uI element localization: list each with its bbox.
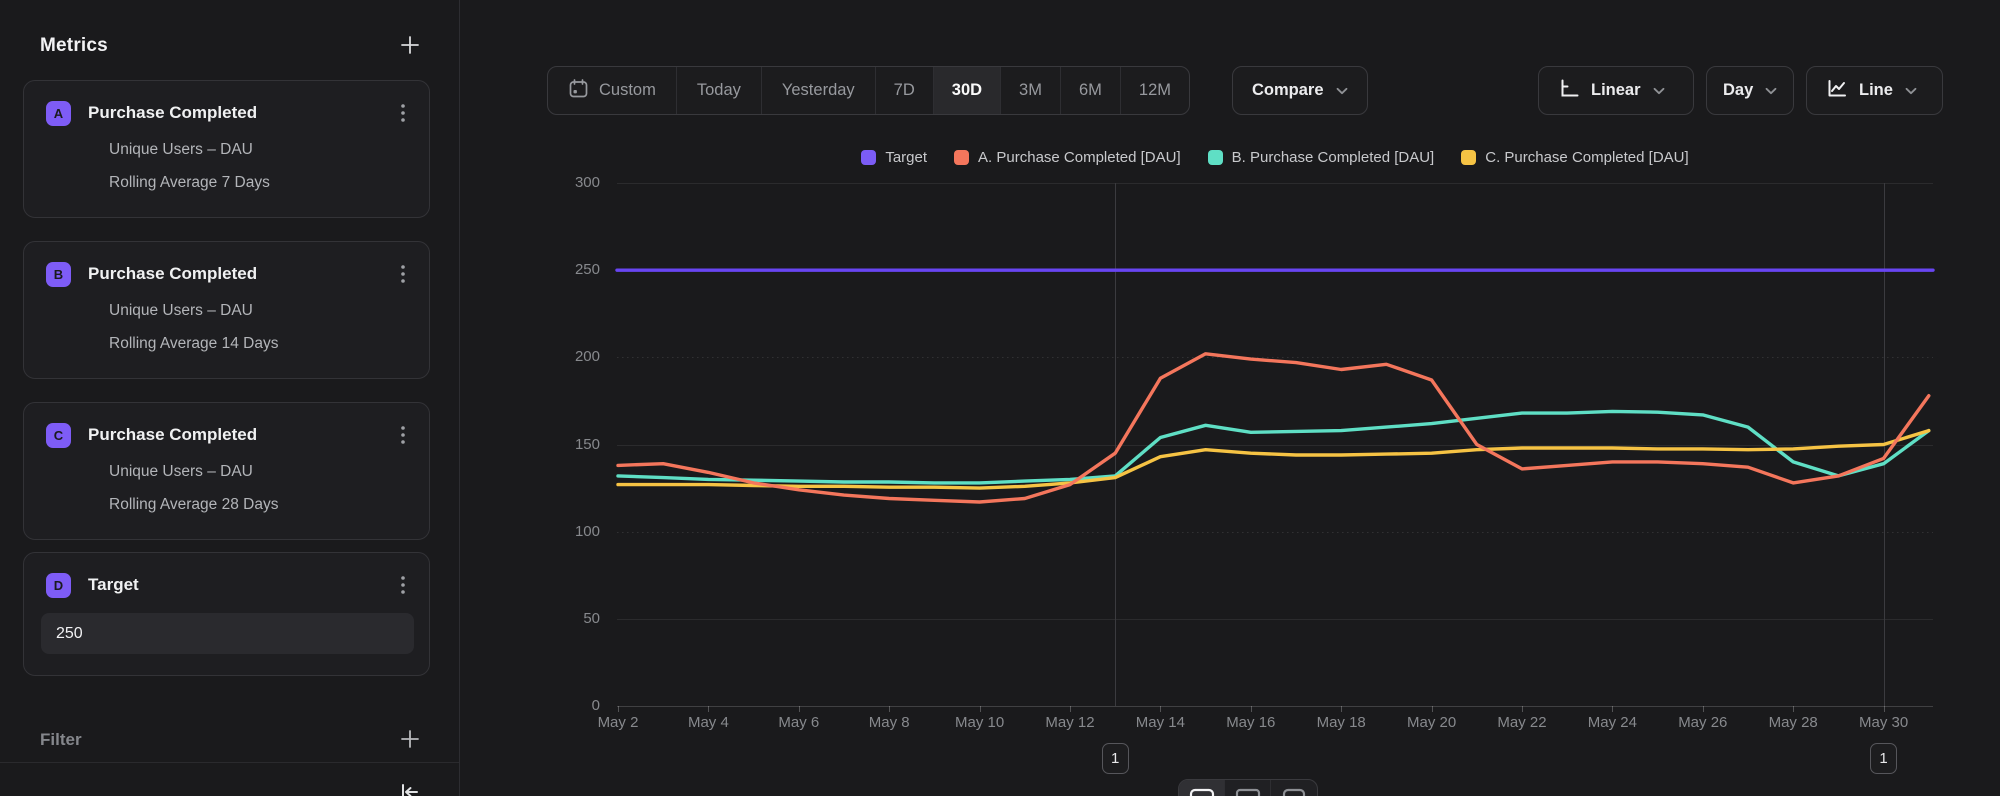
y-axis-label: 100 <box>540 523 600 541</box>
table-view-icon <box>1281 788 1307 796</box>
series-line-2 <box>618 411 1929 483</box>
x-axis-label: May 18 <box>1301 714 1381 731</box>
x-axis-label: May 14 <box>1120 714 1200 731</box>
annotation-badge[interactable]: 1 <box>1870 743 1897 774</box>
y-axis-label: 50 <box>540 610 600 628</box>
chart-table-view-button[interactable] <box>1225 780 1271 796</box>
x-axis-label: May 4 <box>668 714 748 731</box>
series-line-3 <box>618 431 1929 489</box>
x-axis-label: May 2 <box>578 714 658 731</box>
x-axis-label: May 24 <box>1572 714 1652 731</box>
x-axis-label: May 10 <box>940 714 1020 731</box>
y-axis-label: 0 <box>540 697 600 715</box>
annotation-badge[interactable]: 1 <box>1102 743 1129 774</box>
x-axis-label: May 8 <box>849 714 929 731</box>
chart-plot-area[interactable] <box>0 0 2000 796</box>
x-axis-label: May 26 <box>1663 714 1743 731</box>
y-axis-label: 250 <box>540 261 600 279</box>
y-axis-label: 150 <box>540 436 600 454</box>
x-axis-label: May 6 <box>759 714 839 731</box>
y-axis-label: 200 <box>540 348 600 366</box>
x-axis-label: May 28 <box>1753 714 1833 731</box>
x-axis-label: May 12 <box>1030 714 1110 731</box>
table-view-button[interactable] <box>1271 780 1317 796</box>
x-axis-label: May 16 <box>1211 714 1291 731</box>
x-axis-label: May 20 <box>1392 714 1472 731</box>
y-axis-label: 300 <box>540 174 600 192</box>
x-axis-label: May 22 <box>1482 714 1562 731</box>
x-axis-label: May 30 <box>1844 714 1924 731</box>
app-root: { "sidebar": { "title": "Metrics", "metr… <box>0 0 2000 796</box>
chart-table-view-icon <box>1235 788 1261 796</box>
chart-view-button[interactable] <box>1179 780 1225 796</box>
view-toggle-control <box>1178 779 1318 796</box>
chart-view-icon <box>1189 788 1215 796</box>
